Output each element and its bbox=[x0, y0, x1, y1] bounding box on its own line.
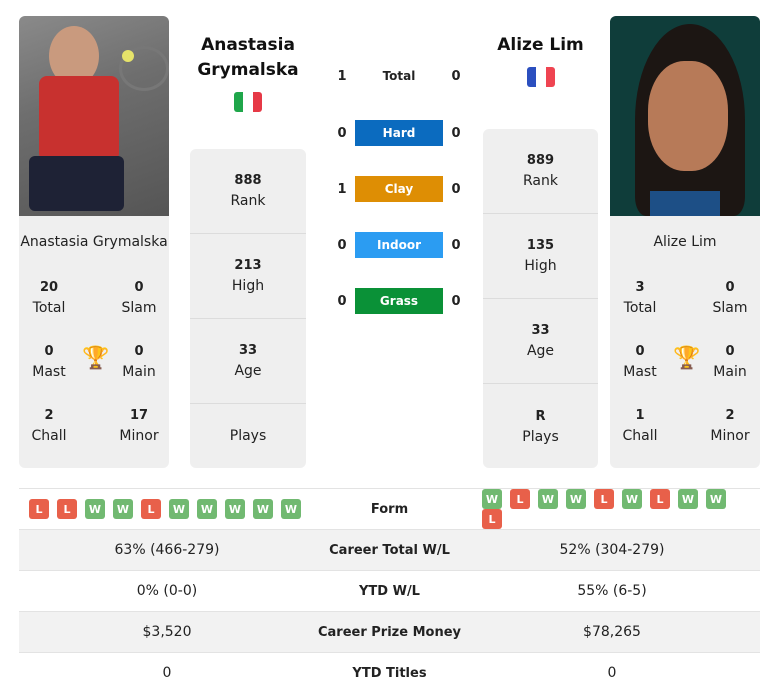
form-win-badge: W bbox=[253, 499, 273, 519]
player2-mast-titles: 0 Mast bbox=[623, 344, 657, 380]
h2h-clay-p1: 1 bbox=[337, 181, 347, 197]
h2h-clay-p2: 0 bbox=[451, 181, 461, 197]
career-wl-row: 63% (466-279) Career Total W/L 52% (304-… bbox=[19, 529, 760, 570]
form-win-badge: W bbox=[113, 499, 133, 519]
player2-slam-titles: 0 Slam bbox=[712, 280, 748, 316]
ytd-titles-row: 0 YTD Titles 0 bbox=[19, 652, 760, 693]
player1-chall-titles: 2 Chall bbox=[31, 408, 67, 444]
france-flag-icon bbox=[527, 67, 555, 87]
player1-ytd-titles: 0 bbox=[162, 665, 172, 681]
player1-age: 33 Age bbox=[190, 319, 306, 404]
h2h-indoor-p1: 0 bbox=[337, 237, 347, 253]
player1-total-titles: 20 Total bbox=[32, 280, 66, 316]
player1-main-titles: 0 Main bbox=[122, 344, 156, 380]
player1-info-panel: 888 Rank 213 High 33 Age Plays bbox=[190, 149, 306, 468]
form-loss-badge: L bbox=[594, 489, 614, 509]
h2h-hard-p1: 0 bbox=[337, 125, 347, 141]
player1-photo bbox=[19, 16, 169, 216]
player2-card: Alize Lim 3 Total 0 Slam 0 Mast 🏆 0 Main 1 Ch… bbox=[610, 216, 760, 468]
form-win-badge: W bbox=[482, 489, 502, 509]
form-loss-badge: L bbox=[29, 499, 49, 519]
ytd-wl-row: 0% (0-0) YTD W/L 55% (6-5) bbox=[19, 570, 760, 611]
form-loss-badge: L bbox=[482, 509, 502, 529]
player2-age: 33 Age bbox=[483, 299, 598, 384]
player1-name[interactable]: Anastasia Grymalska bbox=[180, 33, 316, 83]
h2h-clay-row: 1 Clay 0 bbox=[330, 176, 470, 202]
h2h-total-row: 1 Total 0 bbox=[330, 63, 470, 89]
player1-mast-titles: 0 Mast bbox=[32, 344, 66, 380]
form-win-badge: W bbox=[169, 499, 189, 519]
trophy-icon: 🏆 bbox=[82, 346, 110, 371]
ytd-titles-label: YTD Titles bbox=[352, 665, 427, 681]
player2-chall-titles: 1 Chall bbox=[622, 408, 658, 444]
player2-career-wl: 52% (304-279) bbox=[559, 542, 665, 558]
prize-money-row: $3,520 Career Prize Money $78,265 bbox=[19, 611, 760, 652]
player1-ytd-wl: 0% (0-0) bbox=[136, 583, 198, 599]
player2-main-titles: 0 Main bbox=[713, 344, 747, 380]
player1-high: 213 High bbox=[190, 234, 306, 319]
player1-card: Anastasia Grymalska 20 Total 0 Slam 0 Mast … bbox=[19, 216, 169, 468]
career-wl-label: Career Total W/L bbox=[329, 542, 450, 558]
player1-prize-money: $3,520 bbox=[142, 624, 192, 640]
player2-plays: R Plays bbox=[522, 408, 559, 445]
player2-name[interactable]: Alize Lim bbox=[483, 33, 598, 58]
player1-form: LLWWLWWWWW bbox=[19, 499, 315, 519]
player1-plays: Plays bbox=[229, 428, 267, 444]
form-label: Form bbox=[370, 501, 409, 517]
form-win-badge: W bbox=[538, 489, 558, 509]
player1-card-name: Anastasia Grymalska bbox=[20, 234, 168, 250]
h2h-hard-row: 0 Hard 0 bbox=[330, 120, 470, 146]
form-win-badge: W bbox=[281, 499, 301, 519]
form-win-badge: W bbox=[566, 489, 586, 509]
form-win-badge: W bbox=[678, 489, 698, 509]
player1-rank: 888 Rank bbox=[190, 149, 306, 234]
surface-grass-badge[interactable]: Grass bbox=[355, 288, 443, 314]
form-loss-badge: L bbox=[141, 499, 161, 519]
player2-ytd-titles: 0 bbox=[607, 665, 617, 681]
player2-rank: 889 Rank bbox=[483, 129, 598, 214]
h2h-total-p1: 1 bbox=[337, 68, 347, 84]
h2h-indoor-row: 0 Indoor 0 bbox=[330, 232, 470, 258]
surface-hard-badge[interactable]: Hard bbox=[355, 120, 443, 146]
form-win-badge: W bbox=[85, 499, 105, 519]
player1-slam-titles: 0 Slam bbox=[121, 280, 157, 316]
player2-ytd-wl: 55% (6-5) bbox=[577, 583, 647, 599]
prize-money-label: Career Prize Money bbox=[317, 624, 461, 640]
player2-high: 135 High bbox=[483, 214, 598, 299]
h2h-grass-p1: 0 bbox=[337, 293, 347, 309]
form-win-badge: W bbox=[622, 489, 642, 509]
trophy-icon: 🏆 bbox=[673, 346, 701, 371]
player2-prize-money: $78,265 bbox=[583, 624, 641, 640]
h2h-grass-row: 0 Grass 0 bbox=[330, 288, 470, 314]
form-win-badge: W bbox=[197, 499, 217, 519]
form-win-badge: W bbox=[706, 489, 726, 509]
ytd-wl-label: YTD W/L bbox=[359, 583, 420, 599]
surface-clay-badge[interactable]: Clay bbox=[355, 176, 443, 202]
player2-minor-titles: 2 Minor bbox=[710, 408, 750, 444]
form-loss-badge: L bbox=[650, 489, 670, 509]
h2h-indoor-p2: 0 bbox=[451, 237, 461, 253]
italy-flag-icon bbox=[234, 92, 262, 112]
form-row: LLWWLWWWWW Form W L W W L W L W WL bbox=[19, 488, 760, 529]
form-win-badge: W bbox=[225, 499, 245, 519]
h2h-total-label: Total bbox=[382, 69, 416, 83]
player1-minor-titles: 17 Minor bbox=[119, 408, 159, 444]
player2-form: W L W W L W L W WL bbox=[464, 489, 760, 529]
form-loss-badge: L bbox=[57, 499, 77, 519]
h2h-hard-p2: 0 bbox=[451, 125, 461, 141]
player1-career-wl: 63% (466-279) bbox=[114, 542, 220, 558]
player2-photo bbox=[610, 16, 760, 216]
player2-info-panel: 889 Rank 135 High 33 Age R Plays bbox=[483, 129, 598, 468]
surface-indoor-badge[interactable]: Indoor bbox=[355, 232, 443, 258]
player2-card-name: Alize Lim bbox=[653, 234, 717, 250]
player2-total-titles: 3 Total bbox=[623, 280, 657, 316]
h2h-grass-p2: 0 bbox=[451, 293, 461, 309]
h2h-total-p2: 0 bbox=[451, 68, 461, 84]
form-loss-badge: L bbox=[510, 489, 530, 509]
